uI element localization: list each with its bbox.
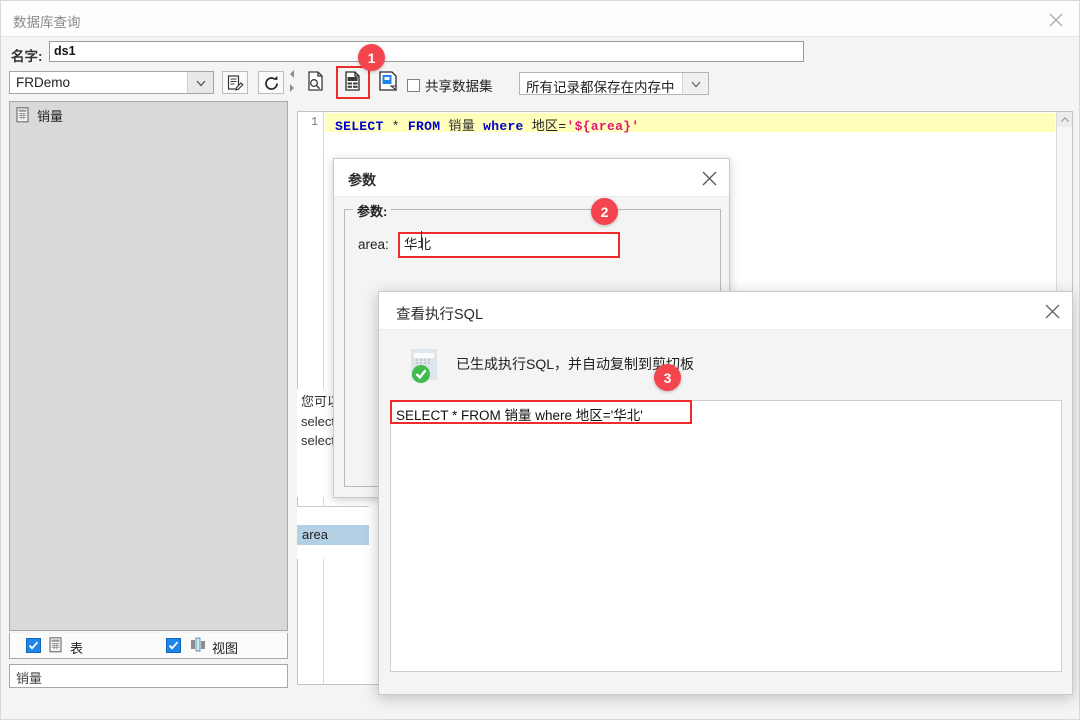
parameter-list[interactable]: area [297,506,369,559]
sql-token-from: FROM [407,119,441,134]
document-edit-icon [227,75,244,91]
refresh-icon [265,76,278,90]
window-titlebar: 数据库查询 [1,1,1079,37]
view-sql-dialog-header: 查看执行SQL [379,292,1072,330]
clipboard-success-icon [409,347,443,383]
view-sql-dialog-title: 查看执行SQL [396,307,484,323]
sql-code[interactable]: SELECT * FROM 销量 where 地区='${area}' [335,115,639,134]
editor-toolbar: 共享数据集 所有记录都保存在内存中 [297,66,1073,99]
table-filter-icon [49,637,65,654]
shared-dataset-checkbox[interactable] [407,78,420,92]
parameter-dialog-title: 参数 [348,172,376,188]
view-sql-dialog: 查看执行SQL 已生成执行SQL，并自动复制到剪切板 SELECT * FROM… [378,291,1073,695]
close-icon [1049,13,1063,27]
close-icon [1045,304,1060,319]
table-tree-panel[interactable]: 销量 [9,101,288,631]
table-name-field[interactable]: 销量 [9,664,288,688]
sql-token-column: 地区= [523,119,567,134]
window-title: 数据库查询 [13,15,81,30]
step-badge-2: 2 [591,198,618,225]
sql-token-parameter: '${area}' [566,119,640,134]
name-label: 名字: [11,49,43,64]
parameter-dialog-header: 参数 [334,159,729,197]
view-filter-icon [190,637,206,654]
splitter-arrow-right-icon [290,84,294,92]
parameter-row-area: area: 华北 [358,232,708,258]
parameter-label-area: area: [358,237,389,252]
parameter-dialog-close-button[interactable] [695,165,723,191]
view-filter-label: 视图 [212,641,239,656]
line-number: 1 [311,116,318,129]
datasource-value: FRDemo [16,75,71,90]
close-icon [702,171,717,186]
preview-button[interactable] [305,70,331,96]
step-badge-3: 3 [654,364,681,391]
view-filter-checkbox[interactable] [166,638,181,653]
chevron-down-icon [691,81,701,88]
screen: 数据库查询 名字: ds1 FRDemo 销量 表 视图 销量 共享数据集 所有… [0,0,1080,720]
text-caret [421,231,422,248]
view-icon [191,637,205,652]
memory-mode-dropdown-arrow[interactable] [682,73,708,94]
datasource-dropdown-arrow[interactable] [187,72,213,93]
generated-sql-area[interactable]: SELECT * FROM 销量 where 地区='华北' [390,400,1062,672]
tree-filter-row: 表 视图 [9,633,288,659]
memory-mode-select[interactable]: 所有记录都保存在内存中 [519,72,709,95]
window-close-button[interactable] [1033,1,1079,36]
save-icon [379,71,397,92]
table-filter-label: 表 [70,641,84,656]
dataset-name-input[interactable]: ds1 [49,41,804,62]
parameter-input-area[interactable]: 华北 [398,232,620,258]
document-grid-icon [345,71,360,91]
parameter-fieldset-legend: 参数: [353,201,392,220]
sql-token-star: * [383,119,408,134]
view-executed-sql-button[interactable] [336,66,370,99]
shared-dataset-label: 共享数据集 [425,79,493,94]
check-icon [168,641,179,650]
step-badge-1: 1 [358,44,385,71]
table-icon [16,107,29,123]
shared-dataset-toggle[interactable]: 共享数据集 [407,75,493,95]
table-filter-checkbox[interactable] [26,638,41,653]
scroll-up-button[interactable] [1057,112,1072,127]
check-icon [28,641,39,650]
memory-mode-value: 所有记录都保存在内存中 [526,80,675,95]
database-query-window: 数据库查询 名字: ds1 FRDemo 销量 表 视图 销量 共享数据集 所有… [0,0,1080,720]
tree-item-sales[interactable]: 销量 [16,106,63,124]
table-icon [49,637,62,653]
view-sql-dialog-close-button[interactable] [1038,298,1066,324]
save-button[interactable] [377,70,403,96]
chevron-up-icon [1061,117,1069,122]
splitter-arrow-left-icon [290,70,294,78]
chevron-down-icon [196,80,206,87]
refresh-button[interactable] [258,71,284,94]
edit-datasource-button[interactable] [222,71,248,94]
document-search-icon [308,71,323,91]
generated-sql-text: SELECT * FROM 销量 where 地区='华北' [396,408,643,423]
tree-item-label: 销量 [37,108,64,124]
sql-token-select: SELECT [335,119,384,134]
sql-token-table: 销量 [440,119,484,134]
parameter-list-item-area[interactable]: area [297,525,369,545]
datasource-select[interactable]: FRDemo [9,71,214,94]
panel-splitter[interactable] [289,67,295,97]
sql-token-where: where [483,119,524,134]
